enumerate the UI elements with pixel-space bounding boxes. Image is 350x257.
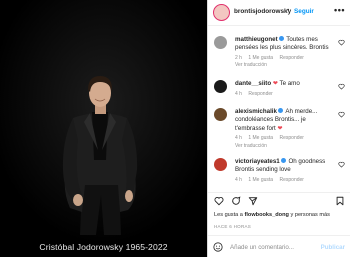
heart-like-icon[interactable] xyxy=(338,111,345,118)
comment-like-count[interactable]: 1 Me gusta xyxy=(248,55,273,61)
reply-button[interactable]: Responder xyxy=(279,55,303,61)
photo-caption: Cristóbal Jodorowsky 1965-2022 xyxy=(39,242,168,252)
comment-text-block: victoriayeates1 Oh goodness Brontis send… xyxy=(235,158,335,175)
commenter-username[interactable]: alexismichalik xyxy=(235,108,277,115)
separator-dot: • xyxy=(287,7,290,14)
comment-meta: 4 h 1 Me gusta Responder xyxy=(235,177,309,183)
heart-icon[interactable] xyxy=(214,196,224,206)
publish-button[interactable]: Publicar xyxy=(321,244,345,251)
comment-time: 2 h xyxy=(235,55,242,61)
comment-text-block: alexismichalik Ah merde... condoléances … xyxy=(235,108,335,133)
verified-badge-icon xyxy=(277,108,283,113)
comment-meta: 4 h 1 Me gusta Responder xyxy=(235,135,309,141)
likes-suffix[interactable]: y personas más xyxy=(289,212,330,218)
share-icon[interactable] xyxy=(248,196,258,206)
comment-time: 4 h xyxy=(235,177,242,183)
bookmark-icon[interactable] xyxy=(335,196,345,206)
commenter-avatar[interactable] xyxy=(214,158,227,171)
comment-meta: 4 h Responder xyxy=(235,91,278,97)
comment-icon[interactable] xyxy=(231,196,241,206)
comment-body: Te amo xyxy=(279,80,300,87)
heart-like-icon[interactable] xyxy=(338,39,345,46)
commenter-avatar[interactable] xyxy=(214,36,227,49)
red-heart-emoji-icon: ❤ xyxy=(277,125,283,132)
commenter-username[interactable]: victoriayeates1 xyxy=(235,158,280,165)
post-timestamp: HACE 6 HORAS xyxy=(214,224,252,229)
commenter-avatar[interactable] xyxy=(214,80,227,93)
commenter-username[interactable]: dante__siito xyxy=(235,80,271,87)
commenter-avatar[interactable] xyxy=(214,108,227,121)
comment-meta: 2 h 1 Me gusta Responder xyxy=(235,55,309,61)
emoji-icon[interactable] xyxy=(213,242,223,252)
add-comment-row: Publicar xyxy=(208,235,350,257)
commenter-username[interactable]: matthieugonet xyxy=(235,36,278,43)
liker-username[interactable]: flowbooks_dong xyxy=(244,212,288,218)
author-username[interactable]: brontisjodorowsky xyxy=(234,8,291,15)
red-heart-emoji-icon: ❤ xyxy=(272,81,278,87)
likes-summary: Les gusta a flowbooks_dong y personas má… xyxy=(214,212,330,218)
comment-time: 4 h xyxy=(235,91,242,97)
see-translation-link[interactable]: Ver traducción xyxy=(235,143,267,149)
see-translation-link[interactable]: Ver traducción xyxy=(235,62,267,68)
comment-text-block: dante__siito ❤ Te amo xyxy=(235,80,335,88)
reply-button[interactable]: Responder xyxy=(279,135,303,141)
likes-prefix: Les gusta a xyxy=(214,212,245,218)
comment-like-count[interactable]: 1 Me gusta xyxy=(248,135,273,141)
comment-text-block: matthieugonet Toutes mes pensées les plu… xyxy=(235,36,335,53)
reply-button[interactable]: Responder xyxy=(279,177,303,183)
post-header: brontisjodorowsky • Seguir ••• xyxy=(208,0,350,26)
comment-time: 4 h xyxy=(235,135,242,141)
heart-like-icon[interactable] xyxy=(338,161,345,168)
post-photo[interactable]: Cristóbal Jodorowsky 1965-2022 xyxy=(0,0,207,257)
post-side-panel: brontisjodorowsky • Seguir ••• matthieug… xyxy=(207,0,350,257)
heart-like-icon[interactable] xyxy=(338,83,345,90)
more-options-icon[interactable]: ••• xyxy=(334,5,345,15)
verified-badge-icon xyxy=(280,158,286,163)
comment-like-count[interactable]: 1 Me gusta xyxy=(248,177,273,183)
author-avatar[interactable] xyxy=(213,4,230,21)
verified-badge-icon xyxy=(278,36,284,41)
add-comment-input[interactable] xyxy=(230,241,318,253)
man-portrait-image xyxy=(0,0,207,257)
follow-button[interactable]: Seguir xyxy=(294,8,314,15)
post-actions-bar xyxy=(208,192,350,206)
reply-button[interactable]: Responder xyxy=(248,91,272,97)
